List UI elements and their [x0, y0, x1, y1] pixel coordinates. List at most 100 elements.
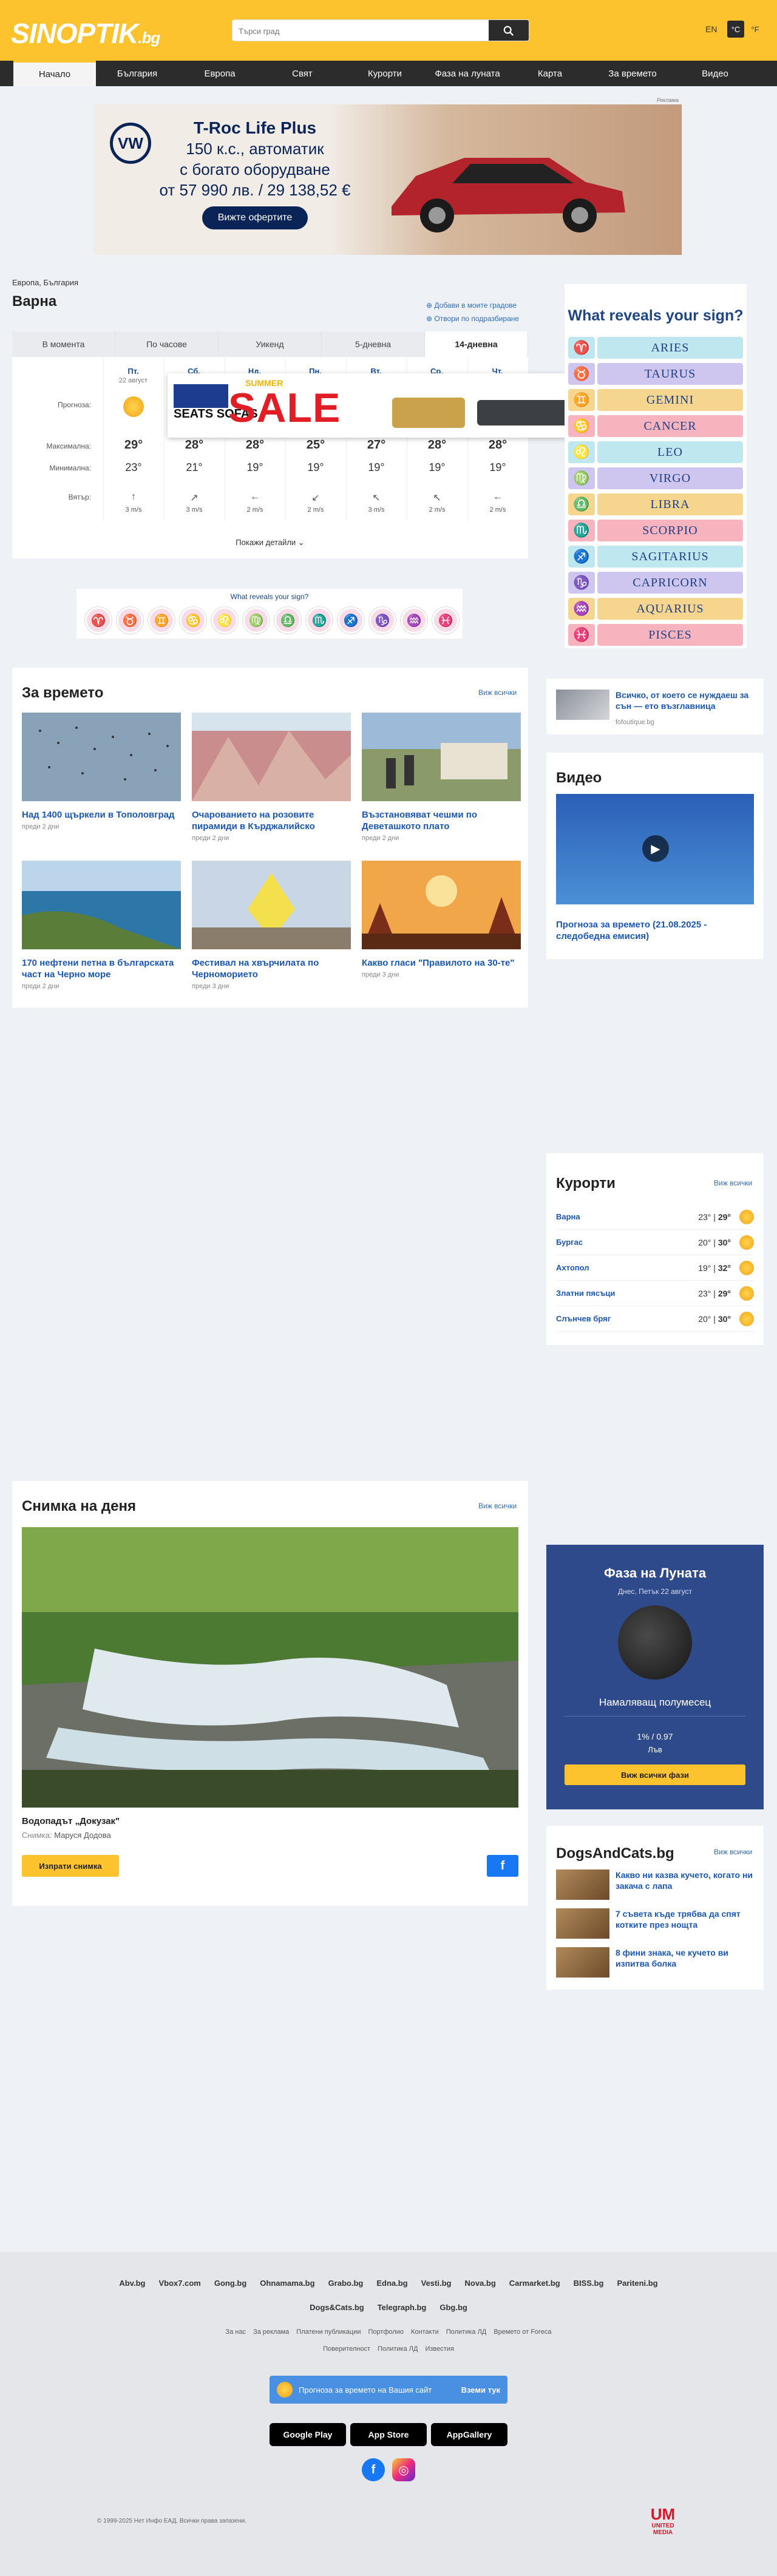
zodiac-ad-strip[interactable]: What reveals your sign? ♈ ♉ ♊ ♋ ♌ ♍ ♎ ♏ ♐ ♑ ♒ ♓: [76, 589, 463, 639]
dogs-article[interactable]: 8 фини знака, че кучето ви изпитва болка: [556, 1947, 754, 1979]
zodiac-sign-row[interactable]: ♊ GEMINI: [568, 388, 743, 412]
footer-link[interactable]: Pariteni.bg: [617, 2279, 657, 2288]
unit-fahrenheit-button[interactable]: °F: [747, 21, 764, 38]
show-details-button[interactable]: Покажи детайли ⌄: [12, 538, 528, 547]
instagram-icon[interactable]: ◎: [392, 2458, 415, 2481]
video-caption[interactable]: Прогноза за времето (21.08.2025 - следоб…: [556, 919, 754, 942]
send-photo-button[interactable]: Изпрати снимка: [22, 1855, 119, 1877]
news-card[interactable]: Фестивал на хвърчилата по Черноморието п…: [192, 861, 351, 990]
facebook-share-button[interactable]: f: [487, 1855, 518, 1877]
zodiac-sign-row[interactable]: ♓ PISCES: [568, 623, 743, 646]
zodiac-sign-row[interactable]: ♉ TAURUS: [568, 362, 743, 385]
dogs-article-title[interactable]: Какво ни казва кучето, когато ни закача …: [616, 1869, 754, 1901]
zodiac-circle-icon[interactable]: ♋: [180, 607, 206, 634]
footer-link[interactable]: Vesti.bg: [421, 2279, 452, 2288]
tab-weekend[interactable]: Уикенд: [219, 331, 322, 357]
nav-moon[interactable]: Фаза на луната: [426, 61, 509, 86]
nav-home[interactable]: Начало: [13, 61, 96, 86]
footer-link[interactable]: Контакти: [411, 2328, 439, 2336]
footer-link[interactable]: Известия: [425, 2345, 453, 2353]
photo-see-all-link[interactable]: Виж всички: [478, 1502, 517, 1510]
resort-name[interactable]: Слънчев бряг: [556, 1314, 676, 1323]
news-card-title[interactable]: 170 нефтени петна в българската част на …: [22, 957, 181, 980]
zodiac-sign-row[interactable]: ♐ SAGITARIUS: [568, 545, 743, 568]
news-card[interactable]: 170 нефтени петна в българската част на …: [22, 861, 181, 990]
zodiac-sign-row[interactable]: ♒ AQUARIUS: [568, 597, 743, 620]
news-card-title[interactable]: Какво гласи "Правилото на 30-те": [362, 957, 521, 969]
side-article[interactable]: Всичко, от което се нуждаеш за сън — ето…: [546, 679, 764, 734]
zodiac-sign-row[interactable]: ♏ SCORPIO: [568, 519, 743, 542]
news-card[interactable]: Очарованието на розовите пирамиди в Кърд…: [192, 713, 351, 842]
zodiac-circle-icon[interactable]: ♏: [306, 607, 333, 634]
facebook-icon[interactable]: f: [362, 2458, 385, 2481]
footer-link[interactable]: Портфолио: [368, 2328, 404, 2336]
zodiac-circle-icon[interactable]: ♐: [338, 607, 364, 634]
nav-world[interactable]: Свят: [261, 61, 344, 86]
zodiac-circle-icon[interactable]: ♓: [432, 607, 459, 634]
news-card[interactable]: Какво гласи "Правилото на 30-те" преди 3…: [362, 861, 521, 978]
resorts-see-all-link[interactable]: Виж всички: [714, 1179, 752, 1187]
nav-europe[interactable]: Европа: [178, 61, 261, 86]
language-switch[interactable]: EN: [705, 24, 717, 34]
zodiac-circle-icon[interactable]: ♊: [148, 607, 175, 634]
forecast-day-column[interactable]: Пт. 22 август 29° 23° ↑ 3 m/s: [103, 357, 163, 521]
news-card-title[interactable]: Над 1400 щъркели в Тополовград: [22, 809, 181, 821]
app-store-badge[interactable]: App Store: [350, 2423, 427, 2446]
footer-link[interactable]: Vbox7.com: [158, 2279, 200, 2288]
widget-banner-cta[interactable]: Вземи тук: [461, 2385, 500, 2395]
zodiac-sign-row[interactable]: ♈ ARIES: [568, 336, 743, 359]
add-to-my-cities-link[interactable]: ⊕ Добави в моите градове: [426, 299, 519, 312]
set-default-link[interactable]: ⊕ Отвори по подразбиране: [426, 312, 519, 325]
unit-celsius-button[interactable]: °C: [727, 21, 744, 38]
footer-link[interactable]: За нас: [226, 2328, 246, 2336]
nav-video[interactable]: Видео: [674, 61, 756, 86]
dogs-see-all-link[interactable]: Виж всички: [714, 1848, 752, 1856]
zodiac-circle-icon[interactable]: ♒: [401, 607, 427, 634]
dogs-article-title[interactable]: 8 фини знака, че кучето ви изпитва болка: [616, 1947, 754, 1979]
footer-link[interactable]: Ohnamama.bg: [260, 2279, 314, 2288]
footer-link[interactable]: Abv.bg: [119, 2279, 145, 2288]
footer-link[interactable]: Nova.bg: [464, 2279, 495, 2288]
dogs-article-title[interactable]: 7 съвета къде трябва да спят котките пре…: [616, 1908, 754, 1940]
footer-link[interactable]: Dogs&Cats.bg: [310, 2303, 364, 2312]
resort-name[interactable]: Златни пясъци: [556, 1289, 676, 1298]
news-card-title[interactable]: Фестивал на хвърчилата по Черноморието: [192, 957, 351, 980]
ad-banner-vw[interactable]: VW T-Roc Life Plus 150 к.с., автоматик с…: [94, 104, 682, 255]
nav-about-weather[interactable]: За времето: [591, 61, 674, 86]
footer-link[interactable]: Gbg.bg: [439, 2303, 467, 2312]
nav-bulgaria[interactable]: България: [96, 61, 178, 86]
zodiac-sign-row[interactable]: ♑ CAPRICORN: [568, 571, 743, 594]
footer-link[interactable]: За реклама: [253, 2328, 289, 2336]
resort-row[interactable]: Варна 23° | 29°: [556, 1204, 754, 1230]
news-see-all-link[interactable]: Виж всички: [478, 688, 517, 697]
zodiac-sign-row[interactable]: ♋ CANCER: [568, 415, 743, 438]
search-input[interactable]: [232, 20, 487, 41]
news-card[interactable]: Над 1400 щъркели в Тополовград преди 2 д…: [22, 713, 181, 830]
zodiac-circle-icon[interactable]: ♌: [211, 607, 238, 634]
sofa-sale-ad[interactable]: SEATS SOFAS SUMMER SALE ⌄: [168, 367, 599, 438]
nav-map[interactable]: Карта: [509, 61, 591, 86]
news-card-title[interactable]: Очарованието на розовите пирамиди в Кърд…: [192, 809, 351, 832]
video-thumbnail[interactable]: ▶: [556, 794, 754, 904]
footer-link[interactable]: Grabo.bg: [328, 2279, 364, 2288]
all-phases-button[interactable]: Виж всички фази: [565, 1764, 745, 1785]
zodiac-circle-icon[interactable]: ♎: [274, 607, 301, 634]
resort-row[interactable]: Златни пясъци 23° | 29°: [556, 1281, 754, 1306]
dogs-article[interactable]: 7 съвета къде трябва да спят котките пре…: [556, 1908, 754, 1940]
appgallery-badge[interactable]: AppGallery: [431, 2423, 507, 2446]
resort-row[interactable]: Слънчев бряг 20° | 30°: [556, 1306, 754, 1332]
zodiac-circle-icon[interactable]: ♈: [85, 607, 112, 634]
zodiac-circle-icon[interactable]: ♉: [117, 607, 143, 634]
news-card[interactable]: Възстановяват чешми по Деветашкото плато…: [362, 713, 521, 842]
ad-cta-button[interactable]: Вижте офертите: [202, 206, 308, 229]
search-button[interactable]: [489, 20, 529, 41]
tab-14day[interactable]: 14-дневна: [425, 331, 528, 357]
resort-row[interactable]: Ахтопол 19° | 32°: [556, 1255, 754, 1281]
footer-link[interactable]: Telegraph.bg: [378, 2303, 427, 2312]
footer-link[interactable]: Carmarket.bg: [509, 2279, 560, 2288]
side-article-title[interactable]: Всичко, от което се нуждаеш за сън — ето…: [616, 690, 755, 711]
footer-link[interactable]: Gong.bg: [214, 2279, 246, 2288]
footer-link[interactable]: BISS.bg: [574, 2279, 604, 2288]
play-icon[interactable]: ▶: [642, 835, 669, 862]
zodiac-circle-icon[interactable]: ♍: [243, 607, 270, 634]
